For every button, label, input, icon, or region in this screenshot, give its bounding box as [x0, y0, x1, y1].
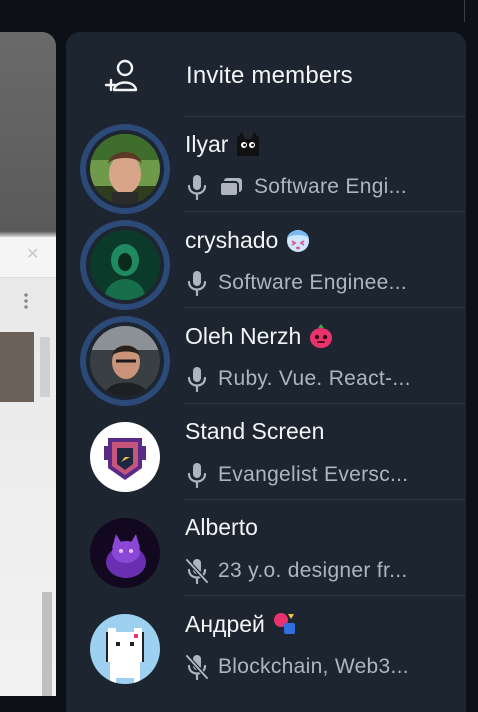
microphone-icon — [187, 271, 207, 296]
muted-microphone-icon — [186, 558, 208, 584]
add-user-icon — [104, 59, 138, 92]
background-scrollbar — [40, 337, 50, 397]
member-name: Андрей — [185, 610, 299, 638]
avatar-image — [90, 326, 160, 396]
background-scrollbar-lower — [42, 592, 52, 696]
invite-members-button[interactable]: Invite members — [66, 32, 466, 116]
black-cat-emoji-icon — [237, 132, 260, 156]
avatar-image — [90, 134, 160, 204]
member-status: Software Enginee... — [186, 270, 407, 296]
muted-microphone-icon — [186, 654, 208, 680]
avatar — [80, 604, 170, 694]
voice-chat-members-panel: Invite members Ilyar Software Engi... cr… — [66, 32, 466, 712]
member-name: Oleh Nerzh — [185, 322, 335, 350]
microphone-icon — [187, 463, 207, 488]
member-row-alberto[interactable]: Alberto 23 y.o. designer fr... — [66, 500, 466, 596]
member-row-cryshado[interactable]: cryshado Software Enginee... — [66, 212, 466, 310]
member-row-oleh-nerzh[interactable]: Oleh Nerzh Ruby. Vue. React-... — [66, 308, 466, 406]
avatar — [80, 220, 170, 310]
background-image-block — [0, 332, 34, 402]
invite-members-label: Invite members — [186, 62, 353, 89]
member-name: Alberto — [185, 514, 258, 540]
avatar — [80, 124, 170, 214]
anime-face-emoji-icon — [287, 230, 310, 252]
avatar-image — [90, 422, 160, 492]
member-row-stand-screen[interactable]: Stand Screen Evangelist Eversc... — [66, 404, 466, 500]
avatar-image — [90, 230, 160, 300]
member-row-andrey[interactable]: Андрей Blockchain, Web3... — [66, 596, 466, 692]
avatar — [80, 508, 170, 598]
avatar-image — [90, 614, 160, 684]
background-more-icon — [24, 292, 28, 310]
member-row-ilyar[interactable]: Ilyar Software Engi... — [66, 116, 466, 214]
microphone-icon — [187, 175, 207, 200]
avatar-image — [90, 518, 160, 588]
member-name: cryshado — [185, 226, 312, 254]
member-status: Evangelist Eversc... — [186, 462, 408, 488]
microphone-icon — [187, 367, 207, 392]
member-status: Ruby. Vue. React-... — [186, 366, 411, 392]
avatar — [80, 316, 170, 406]
member-status: 23 y.o. designer fr... — [186, 558, 407, 584]
screen-share-icon — [219, 178, 242, 197]
background-window: ✕ — [0, 32, 56, 696]
red-blob-emoji-icon — [310, 324, 333, 348]
member-name: Ilyar — [185, 130, 262, 158]
avatar — [80, 412, 170, 502]
shapes-emoji-icon — [273, 613, 295, 634]
member-status: Software Engi... — [186, 174, 407, 200]
member-name: Stand Screen — [185, 418, 325, 444]
window-gap — [56, 0, 66, 696]
window-edge — [464, 0, 465, 22]
background-close-icon: ✕ — [26, 246, 40, 263]
member-status: Blockchain, Web3... — [186, 654, 409, 680]
